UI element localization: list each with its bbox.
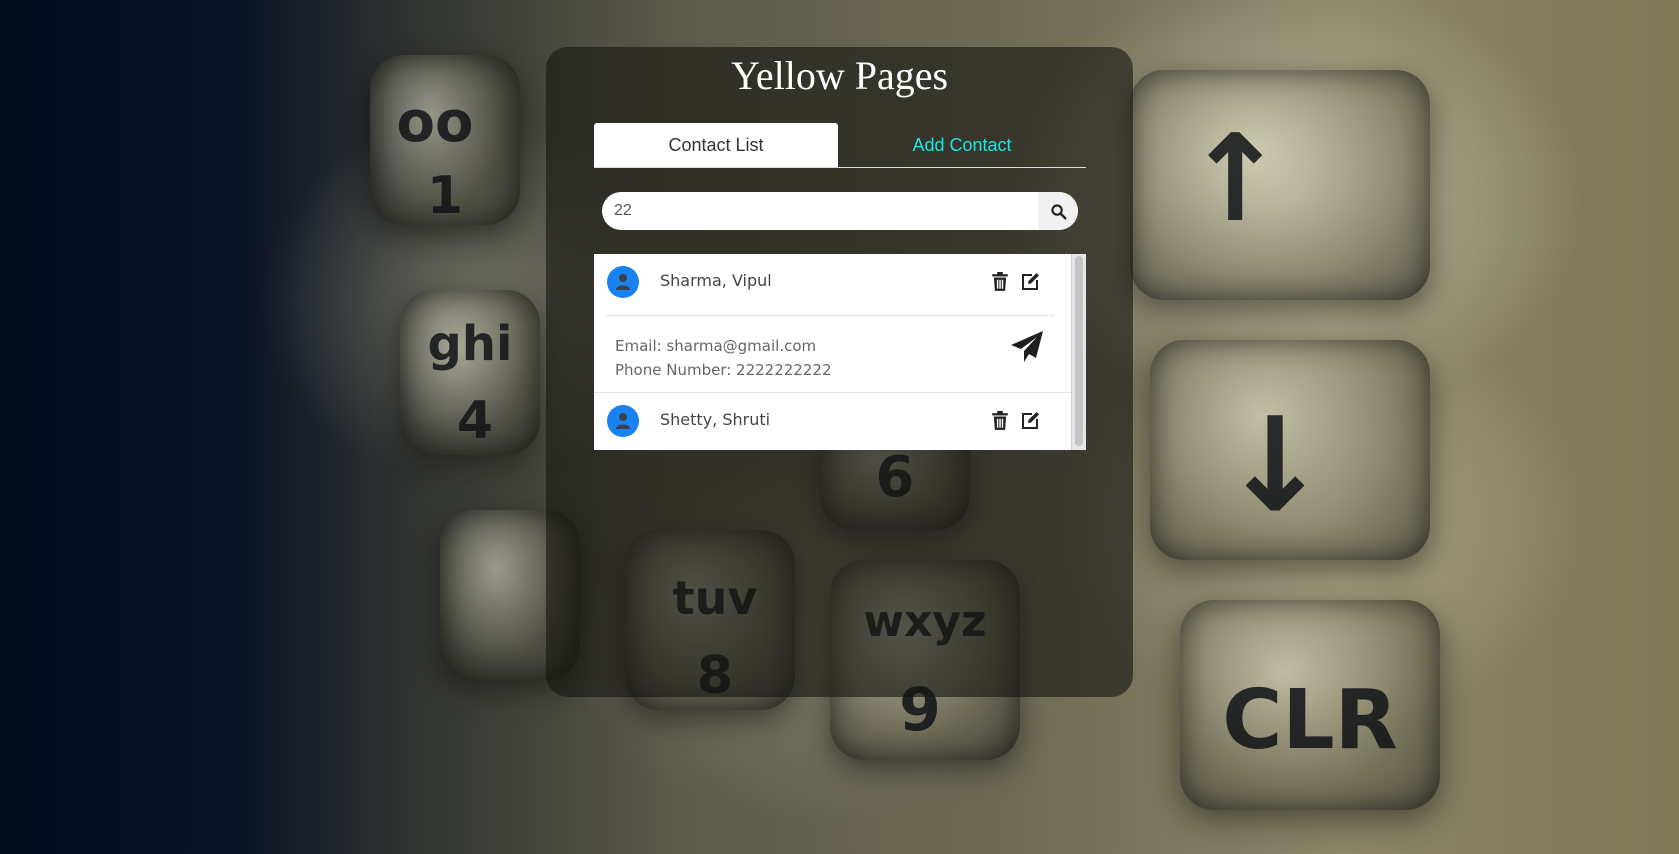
contact-name: Shetty, Shruti xyxy=(660,410,771,429)
scrollbar-thumb[interactable] xyxy=(1075,256,1083,446)
trash-icon[interactable] xyxy=(991,411,1009,431)
list-scrollbar[interactable] xyxy=(1071,254,1086,450)
trash-icon[interactable] xyxy=(991,272,1009,292)
contact-email: Email: sharma@gmail.com xyxy=(615,337,817,355)
user-icon xyxy=(607,266,639,298)
search-bar xyxy=(602,192,1078,230)
search-input[interactable] xyxy=(602,192,1036,230)
divider xyxy=(606,315,1054,316)
user-icon xyxy=(607,405,639,437)
paper-plane-icon[interactable] xyxy=(1009,329,1045,365)
contact-list: Sharma, Vipul Email: sharma@gmail.com Ph… xyxy=(594,254,1071,450)
tab-contact-list[interactable]: Contact List xyxy=(594,123,838,167)
contact-row[interactable]: Sharma, Vipul xyxy=(594,254,1071,310)
page-title: Yellow Pages xyxy=(730,53,949,98)
edit-icon[interactable] xyxy=(1020,411,1040,431)
contact-name: Sharma, Vipul xyxy=(660,271,772,290)
edit-icon[interactable] xyxy=(1020,272,1040,292)
contact-details: Email: sharma@gmail.com Phone Number: 22… xyxy=(594,315,1071,391)
search-button[interactable] xyxy=(1038,192,1078,230)
contact-phone: Phone Number: 2222222222 xyxy=(615,361,832,379)
tab-add-contact[interactable]: Add Contact xyxy=(838,123,1086,167)
tab-bar: Contact List Add Contact xyxy=(594,123,1086,168)
search-icon xyxy=(1050,203,1066,219)
contact-row[interactable]: Shetty, Shruti xyxy=(594,393,1071,449)
